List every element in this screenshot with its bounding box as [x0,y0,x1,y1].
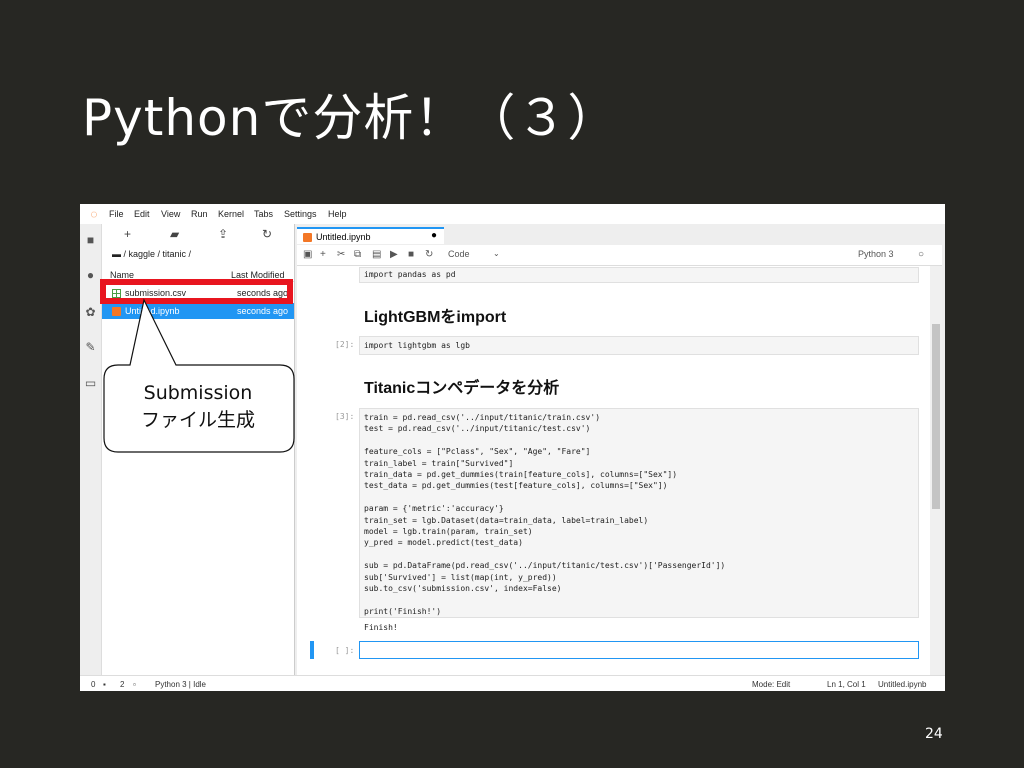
active-cell-marker [310,641,314,659]
terminal-icon: ▪ [103,680,106,689]
left-activity-bar: ■ ● ✿ ✎ ▭ [80,224,102,675]
file-name: Untitled.ipynb [125,306,180,316]
code-line: train_set = lgb.Dataset(data=train_data,… [364,515,649,525]
menu-edit[interactable]: Edit [134,209,150,219]
tab-label: Untitled.ipynb [316,232,371,242]
wrench-icon[interactable]: ✎ [83,340,98,355]
code-line: test = pd.read_csv('../input/titanic/tes… [364,424,591,434]
editor-mode: Mode: Edit [752,680,791,689]
code-line: print('Finish!') [364,606,442,616]
running-icon[interactable]: ● [83,268,98,283]
code-line: model = lgb.train(param, train_set) [364,527,533,536]
copy-icon[interactable]: ⧉ [354,249,361,260]
cursor-position[interactable]: Ln 1, Col 1 [827,680,866,689]
code-cell-2[interactable]: import lightgbm as lgb [359,336,919,355]
notebook-file-icon [112,307,121,316]
restart-icon[interactable]: ↻ [425,249,433,260]
callout-text: Submission ファイル生成 [103,380,293,434]
menu-bar: ◌ File Edit View Run Kernel Tabs Setting… [80,204,945,224]
notebook-scrollbar[interactable] [930,266,942,675]
code-line: train_data = pd.get_dummies(train[featur… [364,470,678,479]
cell-output: Finish! [364,623,398,632]
paste-icon[interactable]: ▤ [372,249,381,260]
tab-untitled-notebook[interactable]: Untitled.ipynb ● [297,227,444,244]
kernel-status-icon: ○ [918,249,925,260]
jupyter-logo-icon: ◌ [90,207,98,221]
code-line: test_data = pd.get_dummies(test[feature_… [364,481,668,491]
menu-view[interactable]: View [161,209,180,219]
folder-icon: ▬ [112,249,121,259]
tab-bar: Untitled.ipynb ● [295,224,945,244]
refresh-icon[interactable]: ↻ [262,227,272,241]
cell-prompt: [2]: [335,340,355,349]
cell-prompt: [3]: [335,412,355,421]
code-line: sub = pd.DataFrame(pd.read_csv('../input… [364,561,726,571]
run-icon[interactable]: ▶ [390,249,398,260]
palette-icon[interactable]: ✿ [83,305,98,320]
notebook-area: Untitled.ipynb ● ▣ + ✂ ⧉ ▤ ▶ ■ ↻ Code ⌄ … [295,224,945,675]
cell-prompt: [ ]: [335,646,355,655]
new-folder-icon[interactable]: ▰ [170,227,179,241]
menu-kernel[interactable]: Kernel [218,209,244,219]
submission-highlight-box [100,279,293,304]
notebook-icon [303,233,312,242]
add-cell-icon[interactable]: + [320,249,326,260]
code-line: param = {'metric':'accuracy'} [364,504,504,514]
code-cell-3[interactable]: train = pd.read_csv('../input/titanic/tr… [359,408,919,618]
menu-run[interactable]: Run [191,209,208,219]
tabs-icon[interactable]: ▭ [83,376,98,391]
chevron-down-icon[interactable]: ⌄ [493,249,500,258]
notebook-toolbar: ▣ + ✂ ⧉ ▤ ▶ ■ ↻ Code ⌄ Python 3 ○ [297,245,942,266]
active-code-cell[interactable] [359,641,919,659]
status-count[interactable]: 2 [120,680,124,689]
notebook-cells: import pandas as pd LightGBMをimport [2]:… [297,266,930,675]
cut-icon[interactable]: ✂ [337,249,345,260]
stop-icon[interactable]: ■ [408,249,414,260]
code-cell-1[interactable]: import pandas as pd [359,267,919,283]
breadcrumb[interactable]: ▬ / kaggle / titanic / [112,249,191,259]
status-bar: 0 ▪ 2 ▫ Python 3 | Idle Mode: Edit Ln 1,… [80,675,945,691]
scrollbar-thumb[interactable] [932,324,940,509]
save-icon[interactable]: ▣ [303,249,312,260]
menu-settings[interactable]: Settings [284,209,317,219]
menu-help[interactable]: Help [328,209,347,219]
menu-tabs[interactable]: Tabs [254,209,273,219]
file-modified: seconds ago [237,306,289,316]
status-file-name: Untitled.ipynb [878,680,927,689]
menu-file[interactable]: File [109,209,124,219]
callout-line-2: ファイル生成 [140,409,255,431]
unsaved-dot-icon[interactable]: ● [431,230,437,241]
upload-icon[interactable]: ⇪ [218,227,228,241]
code-line: feature_cols = ["Pclass", "Sex", "Age", … [364,447,591,457]
cell-type-select[interactable]: Code [448,249,470,259]
markdown-heading-lightgbm: LightGBMをimport [364,309,507,326]
kernel-status[interactable]: Python 3 | Idle [155,680,206,689]
code-line: sub.to_csv('submission.csv', index=False… [364,584,562,593]
code-line: sub['Survived'] = list(map(int, y_pred)) [364,572,557,582]
new-launcher-icon[interactable]: + [124,227,131,241]
page-number: 24 [925,726,943,742]
kernel-name[interactable]: Python 3 [858,249,894,259]
callout-line-1: Submission [143,382,253,404]
code-line: y_pred = model.predict(test_data) [364,538,523,548]
markdown-heading-titanic: Titanicコンペデータを分析 [364,380,560,397]
slide-title: Pythonで分析！（３） [82,89,619,147]
file-row-notebook[interactable]: Untitled.ipynb seconds ago [102,303,294,319]
folder-icon[interactable]: ■ [83,233,98,248]
jupyterlab-screenshot: ◌ File Edit View Run Kernel Tabs Setting… [80,204,945,691]
status-count[interactable]: 0 [91,680,95,689]
code-line: train = pd.read_csv('../input/titanic/tr… [364,413,601,422]
kernel-icon: ▫ [133,680,136,689]
code-line: train_label = train["Survived"] [364,458,514,468]
